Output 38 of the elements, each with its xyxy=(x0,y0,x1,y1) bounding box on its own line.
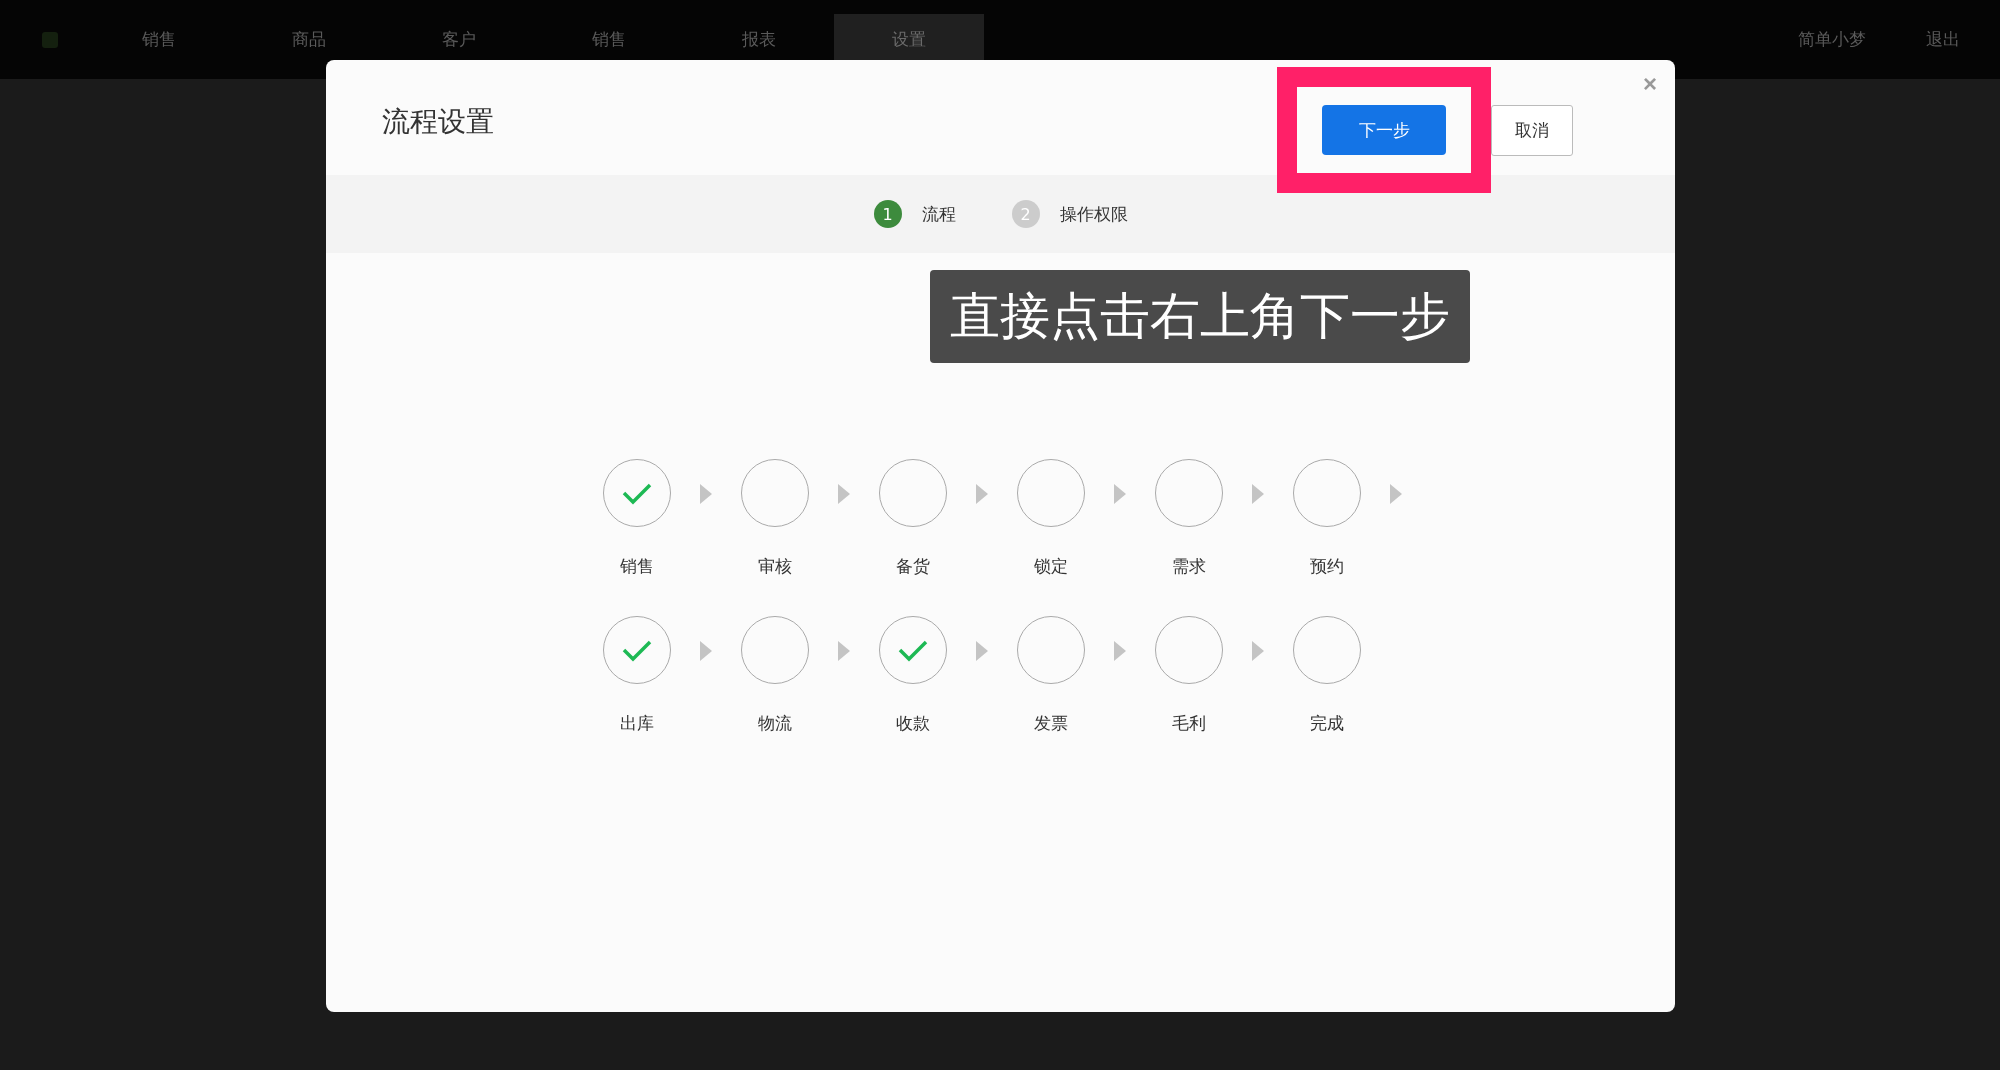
node-label: 出库 xyxy=(620,712,654,735)
hint-tooltip: 直接点击右上角下一步 xyxy=(930,270,1470,363)
logo-icon xyxy=(40,29,60,50)
node-label: 发票 xyxy=(1034,712,1068,735)
node-label: 预约 xyxy=(1310,555,1344,578)
check-icon xyxy=(897,638,929,662)
next-button[interactable]: 下一步 xyxy=(1322,105,1446,155)
step-number: 1 xyxy=(873,200,902,228)
arrow-icon xyxy=(838,483,850,504)
arrow-icon xyxy=(700,640,712,661)
node-label: 毛利 xyxy=(1172,712,1206,735)
arrow-icon xyxy=(976,640,988,661)
arrow-icon xyxy=(1252,483,1264,504)
check-icon xyxy=(621,481,653,505)
step-label[interactable]: 流程 xyxy=(921,202,956,226)
node-label: 锁定 xyxy=(1034,555,1068,578)
node-label: 备货 xyxy=(896,555,930,578)
node-label: 完成 xyxy=(1310,712,1344,735)
nav-tab[interactable]: 商品 xyxy=(234,14,384,65)
arrow-icon xyxy=(1252,640,1264,661)
arrow-icon xyxy=(1114,483,1126,504)
cancel-button[interactable]: 取消 xyxy=(1491,104,1573,156)
arrow-icon xyxy=(1114,640,1126,661)
nav-tab[interactable]: 销售 xyxy=(84,14,234,65)
node-label: 审核 xyxy=(758,555,792,578)
close-button[interactable]: × xyxy=(1643,70,1657,98)
check-icon xyxy=(621,638,653,662)
node-label: 销售 xyxy=(620,555,654,578)
node-label: 收款 xyxy=(896,712,930,735)
logout-link[interactable]: 退出 xyxy=(1926,28,1960,51)
node-label: 需求 xyxy=(1172,555,1206,578)
step-label[interactable]: 操作权限 xyxy=(1059,202,1128,226)
dialog-title: 流程设置 xyxy=(382,104,495,140)
user-name[interactable]: 简单小梦 xyxy=(1798,28,1866,51)
node-label: 物流 xyxy=(758,712,792,735)
arrow-icon xyxy=(700,483,712,504)
arrow-icon xyxy=(838,640,850,661)
arrow-icon xyxy=(976,483,988,504)
